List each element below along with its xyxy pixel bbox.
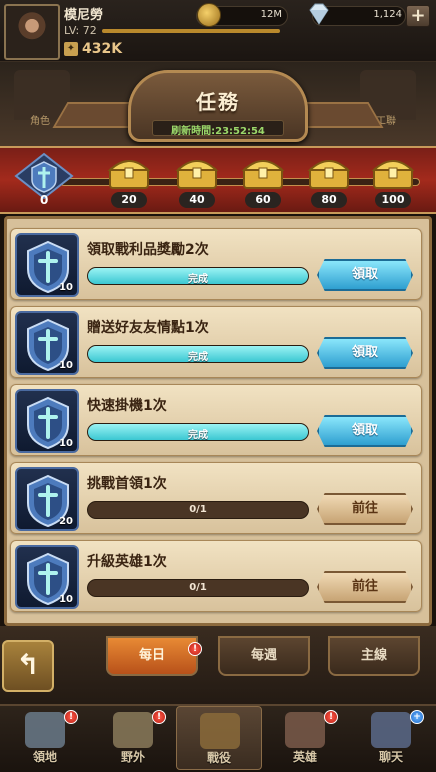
task-points-badge: 10 bbox=[15, 233, 79, 297]
task-points: 10 bbox=[59, 282, 73, 293]
task-progress-text: 完成 bbox=[188, 430, 208, 441]
task-row: 10 領取戰利品獎勵2次完成 領取 bbox=[10, 228, 422, 300]
nav-label: 英雄 bbox=[292, 750, 317, 764]
activity-points: 0 bbox=[40, 193, 49, 207]
notification-badge: ! bbox=[64, 710, 78, 724]
diamond-icon bbox=[309, 3, 329, 25]
gold-value: 12M bbox=[260, 9, 282, 20]
task-progress-bar: 0/1 bbox=[87, 501, 309, 519]
back-button[interactable]: ↰ bbox=[2, 640, 54, 692]
notification-badge: + bbox=[410, 710, 424, 724]
task-row: 20 挑戰首領1次 0/1 前往 bbox=[10, 462, 422, 534]
refresh-timer: 刷新時間:23:52:54 bbox=[171, 126, 265, 137]
reward-chest-icon[interactable] bbox=[240, 154, 286, 190]
chat-icon bbox=[371, 712, 411, 748]
player-avatar[interactable] bbox=[4, 4, 60, 60]
map-scroll-icon bbox=[113, 712, 153, 748]
notification-badge: ! bbox=[324, 710, 338, 724]
task-progress-text: 完成 bbox=[188, 274, 208, 285]
task-points: 20 bbox=[59, 516, 73, 527]
reward-chest-icon[interactable] bbox=[306, 154, 352, 190]
nav-campaign[interactable]: 戰役 bbox=[176, 706, 262, 770]
claim-button[interactable]: 領取 bbox=[317, 337, 413, 369]
power-icon: ✦ bbox=[64, 42, 78, 56]
task-points-badge: 20 bbox=[15, 467, 79, 531]
task-progress-bar: 完成 bbox=[87, 267, 309, 285]
claim-button[interactable]: 領取 bbox=[317, 415, 413, 447]
hero-icon bbox=[285, 712, 325, 748]
page-title: 任務 bbox=[196, 90, 240, 114]
task-name: 快速掛機1次 bbox=[87, 398, 167, 414]
task-points-badge: 10 bbox=[15, 545, 79, 609]
reward-chest-icon[interactable] bbox=[370, 154, 416, 190]
task-name: 領取戰利品獎勵2次 bbox=[87, 242, 209, 258]
nav-label: 聊天 bbox=[378, 750, 403, 764]
gem-value: 1,124 bbox=[373, 9, 402, 20]
character-building-label: 角色 bbox=[30, 116, 50, 127]
go-button[interactable]: 前往 bbox=[317, 493, 413, 525]
notification-badge: ! bbox=[152, 710, 166, 724]
reward-chest-icon[interactable] bbox=[106, 154, 152, 190]
tab-weekly[interactable]: 每週 bbox=[218, 636, 310, 676]
player-name: 模尼勞 bbox=[64, 8, 104, 23]
reward-chest-threshold: 80 bbox=[311, 192, 347, 208]
reward-chest-threshold: 40 bbox=[179, 192, 215, 208]
task-progress-text: 完成 bbox=[188, 352, 208, 363]
tab-daily[interactable]: 每日 bbox=[106, 636, 198, 676]
reward-chest-icon[interactable] bbox=[174, 154, 220, 190]
task-progress-bar: 0/1 bbox=[87, 579, 309, 597]
task-progress-text: 0/1 bbox=[189, 582, 207, 593]
add-gems-button[interactable]: + bbox=[406, 5, 430, 27]
task-points: 10 bbox=[59, 594, 73, 605]
gold-coin-icon bbox=[197, 3, 221, 27]
claim-button[interactable]: 領取 bbox=[317, 259, 413, 291]
battle-crest-icon bbox=[200, 713, 240, 749]
notification-badge: ! bbox=[188, 642, 202, 656]
task-points-badge: 10 bbox=[15, 311, 79, 375]
task-name: 挑戰首領1次 bbox=[87, 476, 167, 492]
reward-chest-threshold: 100 bbox=[375, 192, 411, 208]
task-progress-bar: 完成 bbox=[87, 423, 309, 441]
task-points: 10 bbox=[59, 438, 73, 449]
task-name: 升級英雄1次 bbox=[87, 554, 167, 570]
reward-chest-threshold: 20 bbox=[111, 192, 147, 208]
tab-main[interactable]: 主線 bbox=[328, 636, 420, 676]
reward-chest-threshold: 60 bbox=[245, 192, 281, 208]
task-row: 10 快速掛機1次完成 領取 bbox=[10, 384, 422, 456]
task-progress-text: 0/1 bbox=[189, 504, 207, 515]
task-row: 10 升級英雄1次 0/1 前往 bbox=[10, 540, 422, 612]
castle-icon bbox=[25, 712, 65, 748]
player-power: 432K bbox=[82, 41, 123, 57]
player-level: LV: 72 bbox=[64, 24, 97, 37]
nav-label: 領地 bbox=[32, 750, 57, 764]
xp-bar bbox=[102, 29, 280, 33]
task-name: 贈送好友友情點1次 bbox=[87, 320, 209, 336]
task-points-badge: 10 bbox=[15, 389, 79, 453]
task-points: 10 bbox=[59, 360, 73, 371]
go-button[interactable]: 前往 bbox=[317, 571, 413, 603]
nav-label: 野外 bbox=[120, 750, 145, 764]
task-row: 10 贈送好友友情點1次完成 領取 bbox=[10, 306, 422, 378]
nav-label: 戰役 bbox=[206, 751, 231, 765]
task-progress-bar: 完成 bbox=[87, 345, 309, 363]
